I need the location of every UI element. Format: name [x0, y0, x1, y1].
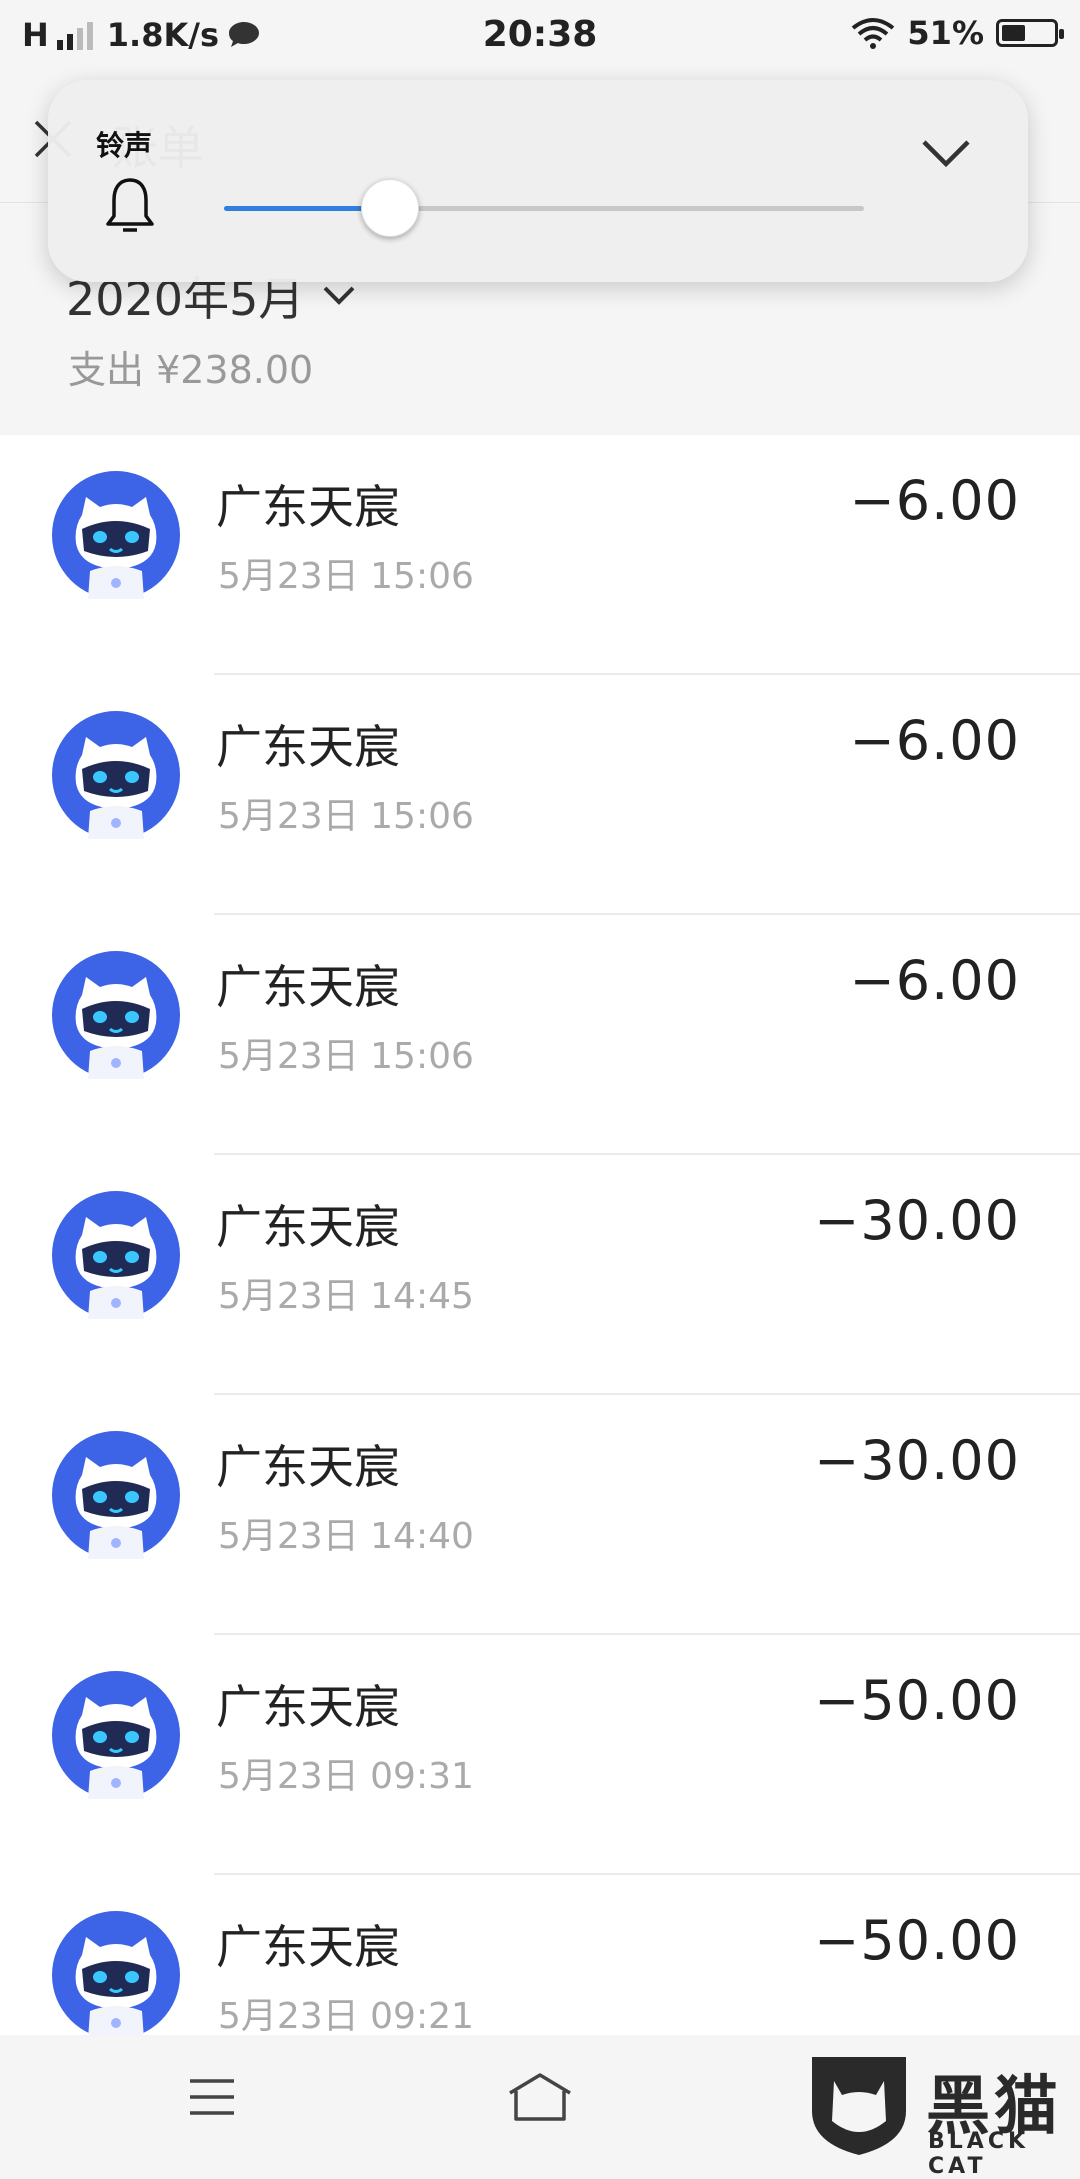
home-icon[interactable]	[504, 2071, 576, 2125]
transaction-time: 5月23日 15:06	[218, 556, 474, 597]
volume-slider[interactable]	[224, 179, 864, 237]
transaction-row[interactable]: 广东天宸 5月23日 14:45 −30.00	[0, 1155, 1080, 1395]
status-right: 51%	[851, 14, 1064, 52]
transaction-row[interactable]: 广东天宸 5月23日 15:06 −6.00	[0, 915, 1080, 1155]
transaction-amount: −30.00	[814, 1189, 1020, 1252]
transaction-time: 5月23日 09:21	[218, 1996, 474, 2035]
transaction-amount: −50.00	[814, 1669, 1020, 1732]
watermark-subtext: BLACK CAT	[928, 2129, 1030, 2179]
merchant-name: 广东天宸	[216, 1920, 400, 1974]
robot-avatar-icon	[52, 1191, 180, 1319]
volume-slider-thumb[interactable]	[361, 179, 420, 237]
merchant-name: 广东天宸	[216, 1680, 400, 1734]
transaction-amount: −6.00	[849, 949, 1020, 1012]
transaction-amount: −30.00	[814, 1429, 1020, 1492]
bell-icon[interactable]	[104, 176, 156, 238]
robot-avatar-icon	[52, 1671, 180, 1799]
merchant-name: 广东天宸	[216, 480, 400, 534]
transaction-row[interactable]: 广东天宸 5月23日 14:40 −30.00	[0, 1395, 1080, 1635]
transaction-time: 5月23日 09:31	[218, 1756, 474, 1797]
menu-icon[interactable]	[188, 2077, 236, 2117]
transaction-time: 5月23日 14:40	[218, 1516, 474, 1557]
transaction-amount: −6.00	[849, 709, 1020, 772]
robot-avatar-icon	[52, 1431, 180, 1559]
spend-total: 支出 ¥238.00	[68, 348, 314, 392]
battery-icon	[996, 19, 1064, 47]
robot-avatar-icon	[52, 951, 180, 1079]
merchant-name: 广东天宸	[216, 960, 400, 1014]
transaction-amount: −6.00	[849, 469, 1020, 532]
volume-panel: 铃声	[48, 80, 1028, 282]
status-bar: H 1.8K/s 20:38 51%	[0, 0, 1080, 72]
robot-avatar-icon	[52, 711, 180, 839]
transaction-list: 广东天宸 5月23日 15:06 −6.00 广东天宸 5月23日 15:06 …	[0, 435, 1080, 2035]
transaction-row[interactable]: 广东天宸 5月23日 15:06 −6.00	[0, 675, 1080, 915]
transaction-row[interactable]: 广东天宸 5月23日 15:06 −6.00	[0, 435, 1080, 675]
wifi-icon	[852, 18, 895, 49]
merchant-name: 广东天宸	[216, 720, 400, 774]
battery-percent: 51%	[907, 14, 984, 52]
chevron-down-icon	[323, 286, 355, 305]
robot-avatar-icon	[52, 1911, 180, 2035]
transaction-row[interactable]: 广东天宸 5月23日 09:21 −50.00	[0, 1875, 1080, 2035]
merchant-name: 广东天宸	[216, 1200, 400, 1254]
chevron-down-icon[interactable]	[918, 126, 974, 182]
merchant-name: 广东天宸	[216, 1440, 400, 1494]
transaction-amount: −50.00	[814, 1909, 1020, 1972]
transaction-time: 5月23日 15:06	[218, 796, 474, 837]
watermark: 黑猫 BLACK CAT	[806, 2049, 1076, 2179]
transaction-row[interactable]: 广东天宸 5月23日 09:31 −50.00	[0, 1635, 1080, 1875]
robot-avatar-icon	[52, 471, 180, 599]
volume-label: 铃声	[96, 129, 153, 162]
transaction-time: 5月23日 14:45	[218, 1276, 474, 1317]
cat-logo-icon	[812, 2057, 906, 2155]
navigation-bar: 黑猫 BLACK CAT	[0, 2035, 1080, 2179]
transaction-time: 5月23日 15:06	[218, 1036, 474, 1077]
